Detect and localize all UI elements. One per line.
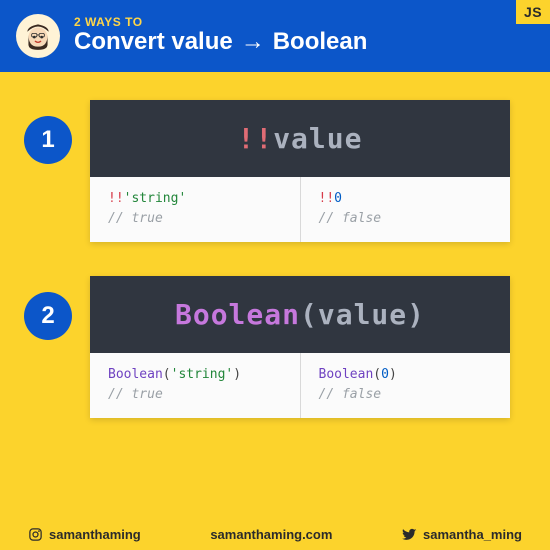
avatar <box>16 14 60 58</box>
title-part-a: Convert value <box>74 29 233 55</box>
comment-token: // true <box>108 209 282 229</box>
method-block: 2 Boolean(value) Boolean('string') // tr… <box>24 276 510 418</box>
operator-token: !! <box>108 191 124 206</box>
example-cell: Boolean('string') // true <box>90 353 300 418</box>
content: 1 !!value !!'string' // true !!0 // fals… <box>0 72 550 418</box>
example-cell: !!'string' // true <box>90 177 300 242</box>
paren-token: ) <box>389 367 397 382</box>
code-card: Boolean(value) Boolean('string') // true… <box>90 276 510 418</box>
paren-token: ( <box>373 367 381 382</box>
method-block: 1 !!value !!'string' // true !!0 // fals… <box>24 100 510 242</box>
example-cell: Boolean(0) // false <box>300 353 511 418</box>
code-card: !!value !!'string' // true !!0 // false <box>90 100 510 242</box>
function-token: Boolean <box>108 367 163 382</box>
operator-token: !! <box>237 122 273 155</box>
code-main: !!value <box>90 100 510 177</box>
step-number: 1 <box>24 116 72 164</box>
title-part-b: Boolean <box>273 29 368 55</box>
step-number: 2 <box>24 292 72 340</box>
twitter-icon <box>402 527 417 542</box>
instagram-icon <box>28 527 43 542</box>
header-title: Convert value → Boolean <box>74 29 367 55</box>
comment-token: // false <box>319 385 493 405</box>
footer: samanthaming samanthaming.com samantha_m… <box>0 527 550 542</box>
header: 2 WAYS TO Convert value → Boolean JS <box>0 0 550 72</box>
arrow-icon: → <box>241 29 265 55</box>
twitter-handle: samantha_ming <box>402 527 522 542</box>
variable-token: value <box>273 122 362 155</box>
website-text: samanthaming.com <box>210 527 332 542</box>
paren-token: ) <box>233 367 241 382</box>
comment-token: // false <box>319 209 493 229</box>
examples-row: Boolean('string') // true Boolean(0) // … <box>90 353 510 418</box>
string-token: 'string' <box>171 367 234 382</box>
string-token: 'string' <box>124 191 187 206</box>
operator-token: !! <box>319 191 335 206</box>
js-badge: JS <box>516 0 550 24</box>
comment-token: // true <box>108 385 282 405</box>
paren-token: ( <box>163 367 171 382</box>
avatar-icon <box>21 19 55 53</box>
number-token: 0 <box>381 367 389 382</box>
paren-token: ( <box>300 298 318 331</box>
header-text: 2 WAYS TO Convert value → Boolean <box>74 16 367 56</box>
instagram-text: samanthaming <box>49 527 141 542</box>
number-token: 0 <box>334 191 342 206</box>
example-cell: !!0 // false <box>300 177 511 242</box>
variable-token: value <box>318 298 407 331</box>
code-main: Boolean(value) <box>90 276 510 353</box>
function-token: Boolean <box>319 367 374 382</box>
examples-row: !!'string' // true !!0 // false <box>90 177 510 242</box>
function-token: Boolean <box>175 298 300 331</box>
twitter-text: samantha_ming <box>423 527 522 542</box>
instagram-handle: samanthaming <box>28 527 141 542</box>
paren-token: ) <box>407 298 425 331</box>
